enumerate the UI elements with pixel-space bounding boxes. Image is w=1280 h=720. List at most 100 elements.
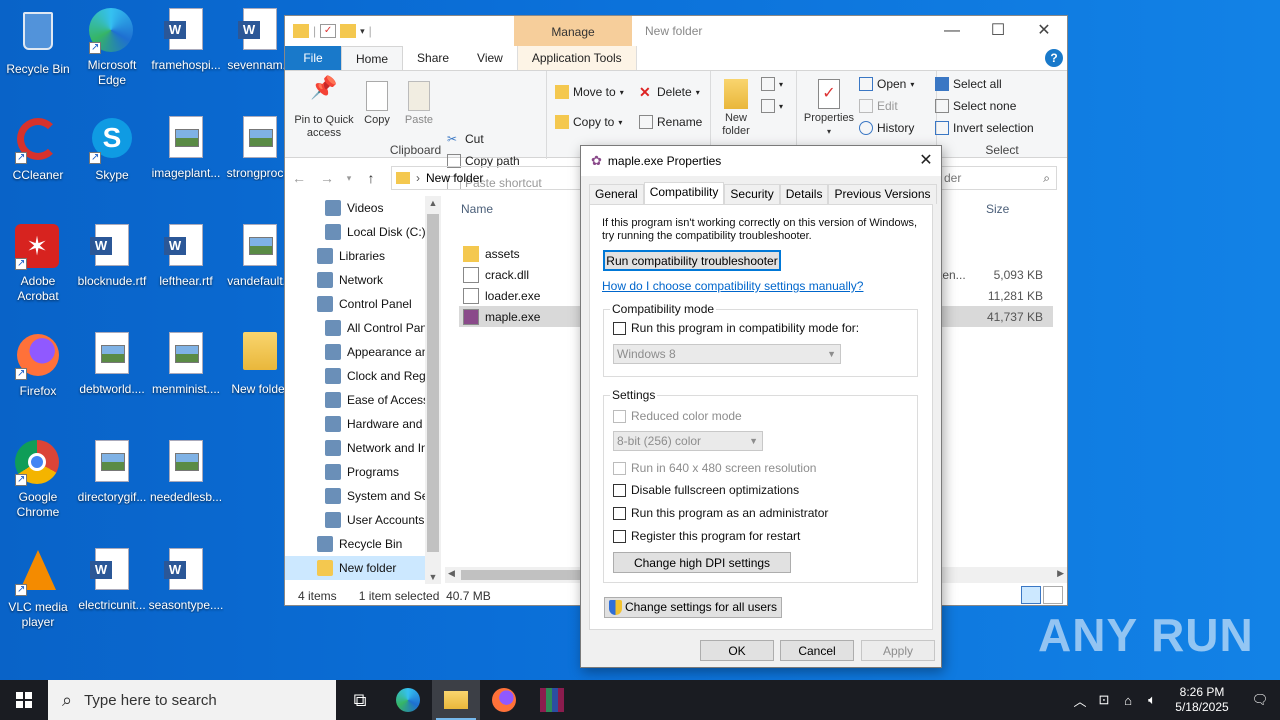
new-item-button[interactable]: ▾ [761,77,783,91]
desktop-icon-chrome[interactable]: Google Chrome [0,440,76,520]
run-640-checkbox[interactable]: Run in 640 x 480 screen resolution [613,461,816,475]
desktop-icon-imageplant[interactable]: imageplant... [148,116,224,181]
new-folder-icon[interactable] [340,24,357,38]
nav-item[interactable]: Control Panel [285,292,441,316]
nav-item[interactable]: Hardware and [285,412,441,436]
tab-details[interactable]: Details [779,184,829,204]
nav-item[interactable]: Clock and Regi [285,364,441,388]
back-arrow-icon[interactable]: ← [285,170,313,186]
network-icon[interactable]: ⌂ [1116,693,1140,708]
ok-button[interactable]: OK [700,640,774,661]
recent-dropdown-icon[interactable]: ▾ [341,173,357,184]
easy-access-button[interactable]: ▾ [761,99,783,113]
tab-previous-versions[interactable]: Previous Versions [828,184,937,204]
run-as-admin-checkbox[interactable]: Run this program as an administrator [613,506,828,520]
desktop-icon-edge[interactable]: Microsoft Edge [74,8,150,88]
nav-item[interactable]: Recycle Bin [285,532,441,556]
scroll-down-icon[interactable]: ▼ [425,572,441,582]
properties-button[interactable]: ✓ Properties ▾ [801,79,857,138]
cancel-button[interactable]: Cancel [780,640,854,661]
large-icons-view-icon[interactable] [1043,586,1063,604]
color-mode-select[interactable]: 8-bit (256) color ▼ [613,431,763,451]
nav-scrollbar[interactable]: ▲ ▼ [425,196,441,584]
open-button[interactable]: Open ▾ [859,77,914,91]
desktop-icon-ccleaner[interactable]: CCleaner [0,116,76,183]
desktop-icon-framehospi[interactable]: W framehospi... [148,8,224,73]
new-folder-button[interactable]: New folder [715,79,757,138]
apply-button[interactable]: Apply [861,640,935,661]
nav-scrollbar-thumb[interactable] [427,214,439,552]
properties-dialog[interactable]: ✿ maple.exe Properties ✕ General Compati… [580,145,942,668]
tab-view[interactable]: View [463,46,517,70]
desktop-icon-skype[interactable]: S Skype [74,116,150,183]
desktop-icon-directorygif[interactable]: directorygif... [74,440,150,505]
close-icon[interactable]: ✕ [1021,16,1067,46]
firefox-taskbar-icon[interactable] [480,680,528,720]
history-button[interactable]: History [859,121,914,135]
nav-item[interactable]: Ease of Access [285,388,441,412]
tab-file[interactable]: File [285,46,341,70]
copy-to-button[interactable]: Copy to ▾ [555,115,622,129]
invert-selection-button[interactable]: Invert selection [935,121,1034,135]
scroll-up-icon[interactable]: ▲ [425,198,441,208]
address-field[interactable]: › New folder [391,166,583,190]
volume-icon[interactable]: 🔈︎ [1140,692,1164,708]
select-none-button[interactable]: Select none [935,99,1016,113]
move-to-button[interactable]: Move to ▾ [555,85,624,99]
properties-check-icon[interactable]: ✓ [320,24,337,38]
notifications-icon[interactable]: 🗨︎ [1240,692,1280,708]
task-view-icon[interactable]: ⧉ [336,680,384,720]
taskbar-search-input[interactable]: ⌕ Type here to search [48,680,336,720]
change-all-users-button[interactable]: Change settings for all users [604,597,782,618]
rename-button[interactable]: Rename [639,115,702,129]
desktop-icon-neededlesb[interactable]: neededlesb... [148,440,224,505]
file-explorer-taskbar-icon[interactable] [432,680,480,720]
up-arrow-icon[interactable]: ↑ [357,170,385,186]
desktop-icon-electricunit[interactable]: W electricunit... [74,548,150,613]
folder-icon[interactable] [293,24,309,38]
desktop-icon-lefthear[interactable]: W lefthear.rtf [148,224,224,289]
explorer-titlebar[interactable]: | ✓ ▾ | Manage New folder — ☐ ✕ [285,16,1067,46]
copy-button[interactable]: Copy [359,81,395,127]
nav-item[interactable]: Network and In [285,436,441,460]
nav-item[interactable]: Videos [285,196,441,220]
qat-dropdown-icon[interactable]: ▾ [360,26,365,37]
pin-quick-access-button[interactable]: 📌 Pin to Quick access [291,77,357,140]
delete-button[interactable]: ✕ Delete ▾ [639,85,700,99]
tab-application-tools[interactable]: Application Tools [516,46,637,70]
nav-item[interactable]: All Control Pan [285,316,441,340]
clock[interactable]: 8:26 PM 5/18/2025 [1164,685,1240,715]
start-button[interactable] [0,680,48,720]
help-icon[interactable]: ? [1045,49,1063,67]
minimize-icon[interactable]: — [929,16,975,46]
tab-home[interactable]: Home [341,46,404,70]
paste-button[interactable]: Paste [401,81,437,127]
tab-compatibility[interactable]: Compatibility [643,182,725,204]
chevron-up-icon[interactable]: ︿ [1068,691,1092,710]
tab-security[interactable]: Security [724,184,780,204]
disable-fullscreen-checkbox[interactable]: Disable fullscreen optimizations [613,483,799,497]
tab-share[interactable]: Share [403,46,463,70]
edit-button[interactable]: Edit [859,99,898,113]
os-select[interactable]: Windows 8 ▼ [613,344,841,364]
column-header-size[interactable]: Size [986,202,1009,216]
register-restart-checkbox[interactable]: Register this program for restart [613,529,800,543]
desktop-icon-acrobat[interactable]: ✶ Adobe Acrobat [0,224,76,304]
nav-item[interactable]: Appearance an [285,340,441,364]
maximize-icon[interactable]: ☐ [975,16,1021,46]
nav-item[interactable]: System and Sec [285,484,441,508]
reduced-color-checkbox[interactable]: Reduced color mode [613,409,742,423]
change-dpi-button[interactable]: Change high DPI settings [613,552,791,573]
details-view-icon[interactable] [1021,586,1041,604]
dialog-close-icon[interactable]: ✕ [911,146,941,176]
select-all-button[interactable]: Select all [935,77,1002,91]
search-input[interactable]: der ⌕ [939,166,1057,190]
nav-item[interactable]: Local Disk (C:) [285,220,441,244]
nav-item[interactable]: User Accounts [285,508,441,532]
desktop-icon-vlc[interactable]: VLC media player [0,548,76,630]
dialog-titlebar[interactable]: ✿ maple.exe Properties [581,146,941,176]
desktop-icon-debtworld[interactable]: debtworld.... [74,332,150,397]
tab-general[interactable]: General [589,184,644,204]
column-header-name[interactable]: Name [461,202,493,216]
forward-arrow-icon[interactable]: → [313,170,341,186]
